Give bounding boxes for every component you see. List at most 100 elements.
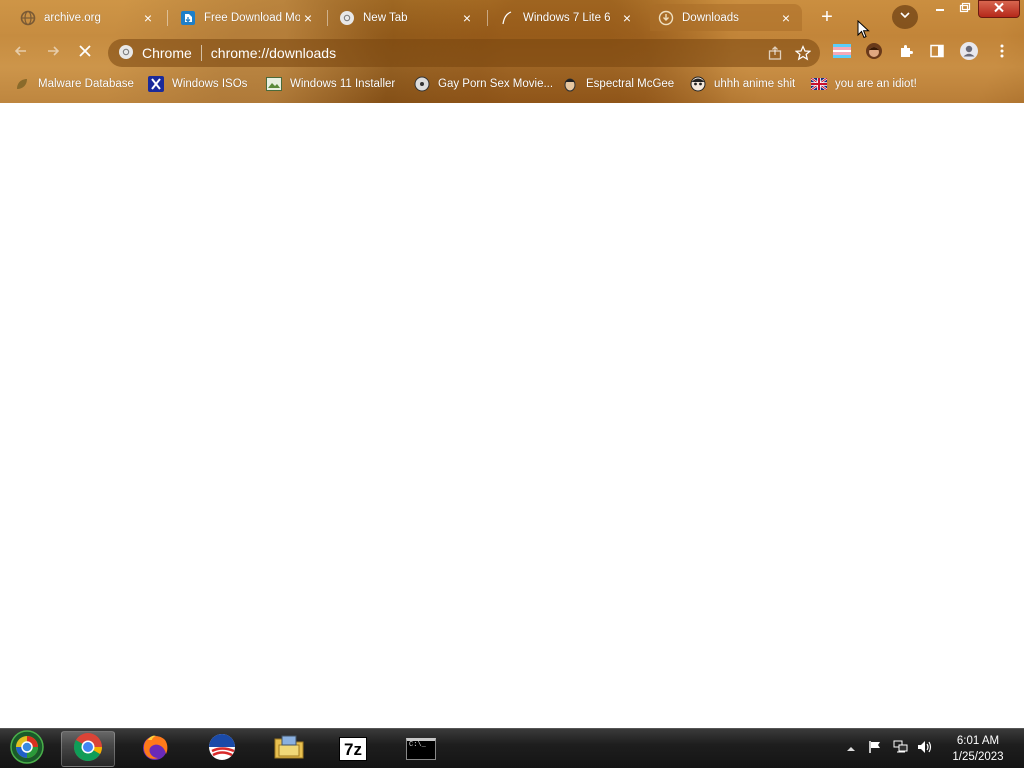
bookmark-you-are-an-idiot[interactable]: you are an idiot! bbox=[811, 72, 917, 96]
site-chip-label: Chrome bbox=[142, 45, 192, 61]
bookmark-windows-isos[interactable]: Windows ISOs bbox=[148, 72, 247, 96]
bookmark-label: Gay Porn Sex Movie... bbox=[438, 78, 554, 90]
face-icon bbox=[865, 42, 883, 65]
tab-windows-7-lite[interactable]: Windows 7 Lite 6 × bbox=[491, 4, 643, 31]
clock-date: 1/25/2023 bbox=[952, 751, 1004, 763]
chevron-up-icon bbox=[846, 740, 856, 758]
bookmark-label: Malware Database bbox=[38, 78, 134, 90]
disc-icon bbox=[414, 76, 430, 92]
face-icon bbox=[562, 76, 578, 92]
url-text[interactable]: chrome://downloads bbox=[211, 45, 764, 61]
chevron-down-icon bbox=[899, 8, 911, 26]
flag-icon bbox=[868, 740, 882, 759]
side-panel-icon bbox=[929, 43, 945, 64]
chrome-icon bbox=[339, 10, 355, 26]
tab-close-icon[interactable]: × bbox=[619, 10, 635, 26]
profile-button[interactable] bbox=[957, 41, 981, 65]
side-panel-button[interactable] bbox=[925, 41, 949, 65]
clock-time: 6:01 AM bbox=[956, 735, 1000, 747]
tab-free-download[interactable]: Free Download Mo × bbox=[172, 4, 324, 31]
tab-title: archive.org bbox=[44, 11, 101, 24]
minimize-icon bbox=[934, 0, 946, 18]
action-center-button[interactable] bbox=[866, 729, 884, 768]
download-site-icon bbox=[180, 10, 196, 26]
new-tab-button[interactable]: + bbox=[815, 5, 839, 29]
back-button[interactable] bbox=[8, 40, 34, 66]
tab-close-icon[interactable]: × bbox=[459, 10, 475, 26]
tab-close-icon[interactable]: × bbox=[778, 10, 794, 26]
extension-avatar-button[interactable] bbox=[862, 41, 886, 65]
tab-close-icon[interactable]: × bbox=[300, 10, 316, 26]
tab-close-icon[interactable]: × bbox=[140, 10, 156, 26]
terminal-prompt: C:\_ bbox=[409, 741, 426, 749]
tab-search-button[interactable] bbox=[892, 5, 918, 29]
globe-icon bbox=[20, 10, 36, 26]
network-button[interactable] bbox=[891, 729, 911, 768]
tab-archive[interactable]: archive.org × bbox=[12, 4, 164, 31]
tab-title: Windows 7 Lite 6 bbox=[523, 11, 611, 24]
folder-icon bbox=[273, 733, 305, 766]
x-logo-icon bbox=[148, 76, 164, 92]
chrome-icon bbox=[118, 44, 134, 63]
bookmark-windows-11-installer[interactable]: Windows 11 Installer bbox=[266, 72, 395, 96]
address-bar[interactable]: Chrome chrome://downloads bbox=[108, 39, 820, 67]
taskbar: 7z C:\_ 6:01 AM 1/25/2023 bbox=[0, 728, 1024, 768]
restore-icon bbox=[959, 0, 971, 18]
menu-button[interactable] bbox=[990, 41, 1014, 65]
account-icon bbox=[959, 41, 979, 66]
bookmark-label: Windows ISOs bbox=[172, 78, 248, 90]
mouse-cursor-icon bbox=[857, 19, 871, 40]
forward-button[interactable] bbox=[40, 40, 66, 66]
extension-flag-button[interactable] bbox=[830, 41, 854, 65]
download-icon bbox=[658, 10, 674, 26]
tab-separator bbox=[487, 10, 488, 26]
omnibox-divider bbox=[200, 45, 202, 61]
taskbar-explorer[interactable] bbox=[262, 731, 316, 767]
volume-button[interactable] bbox=[915, 729, 935, 768]
network-icon bbox=[893, 740, 909, 759]
close-window-button[interactable] bbox=[978, 0, 1020, 18]
bookmark-movie[interactable]: Gay Porn Sex Movie... bbox=[414, 72, 553, 96]
feather-icon bbox=[499, 10, 515, 26]
site-info-chip[interactable]: Chrome bbox=[118, 44, 192, 63]
bookmark-espectral-mcgee[interactable]: Espectral McGee bbox=[562, 72, 674, 96]
trans-flag-icon bbox=[833, 43, 851, 63]
more-vertical-icon bbox=[999, 43, 1005, 64]
restore-button[interactable] bbox=[953, 0, 977, 18]
show-hidden-icons-button[interactable] bbox=[844, 729, 858, 768]
bookmark-label: uhhh anime shit bbox=[714, 78, 796, 90]
bookmark-anime[interactable]: uhhh anime shit bbox=[690, 72, 795, 96]
chrome-icon bbox=[73, 732, 103, 767]
obama-logo-icon bbox=[207, 732, 237, 767]
bookmark-malware-database[interactable]: Malware Database bbox=[14, 72, 134, 96]
start-button[interactable] bbox=[8, 729, 46, 766]
taskbar-cmd[interactable]: C:\_ bbox=[394, 731, 448, 767]
arrow-right-icon bbox=[45, 43, 61, 64]
taskbar-obama[interactable] bbox=[195, 731, 249, 767]
tab-title: New Tab bbox=[363, 11, 408, 24]
7zip-label: 7z bbox=[344, 739, 362, 759]
share-icon[interactable] bbox=[764, 42, 786, 64]
minimize-button[interactable] bbox=[928, 0, 952, 18]
close-icon bbox=[993, 0, 1005, 18]
page-content bbox=[0, 103, 1024, 728]
bookmark-label: Espectral McGee bbox=[586, 78, 675, 90]
image-icon bbox=[266, 76, 282, 92]
taskbar-chrome[interactable] bbox=[61, 731, 115, 767]
arrow-left-icon bbox=[13, 43, 29, 64]
7zip-icon: 7z bbox=[339, 737, 367, 761]
bookmark-label: Windows 11 Installer bbox=[290, 78, 396, 90]
extensions-button[interactable] bbox=[894, 41, 918, 65]
tab-separator bbox=[167, 10, 168, 26]
tab-new-tab[interactable]: New Tab × bbox=[331, 4, 483, 31]
system-clock[interactable]: 6:01 AM 1/25/2023 bbox=[940, 733, 1016, 765]
bookmarks-bar: Malware Database Windows ISOs Windows 11… bbox=[0, 72, 1024, 96]
bookmark-star-icon[interactable] bbox=[792, 42, 814, 64]
leaf-icon bbox=[14, 76, 30, 92]
close-icon bbox=[77, 43, 93, 64]
taskbar-7zip[interactable]: 7z bbox=[326, 731, 380, 767]
stop-loading-button[interactable] bbox=[72, 40, 98, 66]
taskbar-firefox[interactable] bbox=[128, 731, 182, 767]
uk-flag-icon bbox=[811, 76, 827, 92]
tab-downloads[interactable]: Downloads × bbox=[650, 4, 802, 31]
